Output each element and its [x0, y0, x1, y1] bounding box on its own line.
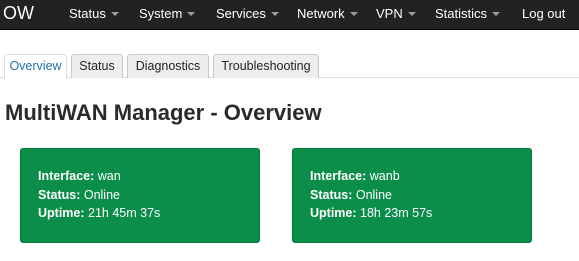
uptime-value: 21h 45m 37s	[88, 206, 161, 220]
nav-menu-system[interactable]: System	[139, 0, 196, 29]
tab-status[interactable]: Status	[71, 54, 123, 78]
logout-link[interactable]: Log out	[522, 0, 565, 29]
uptime-label: Uptime:	[310, 206, 357, 220]
tab-troubleshooting[interactable]: Troubleshooting	[213, 54, 319, 78]
nav-menu-status-label: Status	[69, 6, 106, 21]
top-navbar: OW Status System Services Network VPN St…	[0, 0, 579, 30]
chevron-down-icon	[110, 11, 119, 16]
chevron-down-icon	[407, 11, 416, 16]
interface-row: Interface: wan	[38, 167, 259, 186]
status-label: Status:	[310, 187, 353, 202]
tab-bar: Overview Status Diagnostics Troubleshoot…	[0, 54, 579, 79]
chevron-down-icon	[187, 11, 196, 16]
chevron-down-icon	[270, 11, 279, 16]
status-value: Online	[83, 187, 120, 202]
nav-menu-network-label: Network	[297, 6, 345, 21]
interface-status-card: Interface: wanb Status: Online Uptime: 1…	[292, 148, 532, 243]
nav-menu-services-label: Services	[216, 6, 266, 21]
nav-menu-system-label: System	[139, 6, 183, 21]
interface-name: wanb	[369, 169, 400, 183]
uptime-value: 18h 23m 57s	[360, 206, 433, 220]
tab-overview[interactable]: Overview	[4, 54, 67, 79]
interface-label: Interface:	[38, 169, 95, 183]
status-row: Status: Online	[310, 186, 531, 205]
chevron-down-icon	[349, 11, 358, 16]
status-row: Status: Online	[38, 186, 259, 205]
interface-label: Interface:	[310, 169, 367, 183]
brand-logo[interactable]: OW	[3, 2, 34, 24]
interface-status-card: Interface: wan Status: Online Uptime: 21…	[20, 148, 260, 243]
uptime-label: Uptime:	[38, 206, 85, 220]
nav-menu-vpn[interactable]: VPN	[376, 0, 416, 29]
nav-menu-network[interactable]: Network	[297, 0, 358, 29]
chevron-down-icon	[492, 11, 501, 16]
uptime-row: Uptime: 18h 23m 57s	[310, 204, 531, 223]
nav-menu-status[interactable]: Status	[69, 0, 119, 29]
nav-menu-statistics-label: Statistics	[435, 6, 488, 21]
tab-diagnostics[interactable]: Diagnostics	[127, 54, 209, 78]
status-label: Status:	[38, 187, 81, 202]
interface-name: wan	[97, 169, 121, 183]
nav-menu-statistics[interactable]: Statistics	[435, 0, 501, 29]
status-value: Online	[355, 187, 392, 202]
nav-menu-vpn-label: VPN	[376, 6, 403, 21]
uptime-row: Uptime: 21h 45m 37s	[38, 204, 259, 223]
interface-row: Interface: wanb	[310, 167, 531, 186]
page-title: MultiWAN Manager - Overview	[5, 100, 322, 125]
nav-menu-services[interactable]: Services	[216, 0, 279, 29]
